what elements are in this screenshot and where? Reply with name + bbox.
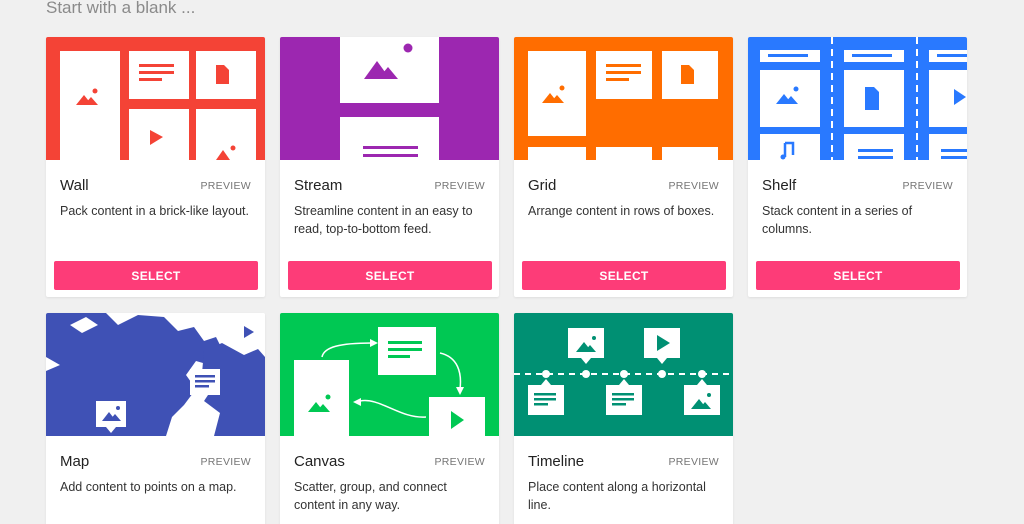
- preview-link[interactable]: PREVIEW: [200, 455, 251, 469]
- section-title: Start with a blank ...: [46, 0, 196, 17]
- preview-link[interactable]: PREVIEW: [434, 455, 485, 469]
- card-title: Shelf: [762, 177, 797, 194]
- card-title: Timeline: [528, 453, 585, 470]
- layout-card-grid[interactable]: Grid PREVIEW Arrange content in rows of …: [514, 37, 733, 297]
- preview-link[interactable]: PREVIEW: [902, 179, 953, 193]
- preview-link[interactable]: PREVIEW: [434, 179, 485, 193]
- card-title: Wall: [60, 177, 89, 194]
- layout-card-map[interactable]: Map PREVIEW Add content to points on a m…: [46, 313, 265, 524]
- layout-card-timeline[interactable]: Timeline PREVIEW Place content along a h…: [514, 313, 733, 524]
- layout-card-stream[interactable]: Stream PREVIEW Streamline content in an …: [280, 37, 499, 297]
- layout-card-canvas[interactable]: Canvas PREVIEW Scatter, group, and conne…: [280, 313, 499, 524]
- stream-layout-icon[interactable]: [280, 37, 499, 160]
- card-title: Stream: [294, 177, 343, 194]
- layout-card-shelf[interactable]: Shelf PREVIEW Stack content in a series …: [748, 37, 967, 297]
- select-button[interactable]: SELECT: [522, 261, 726, 290]
- card-description: Stack content in a series of columns.: [762, 204, 913, 236]
- canvas-layout-icon[interactable]: [280, 313, 499, 436]
- card-description: Streamline content in an easy to read, t…: [294, 204, 473, 236]
- preview-link[interactable]: PREVIEW: [668, 179, 719, 193]
- map-layout-icon[interactable]: [46, 313, 265, 436]
- card-description: Pack content in a brick-like layout.: [60, 204, 249, 218]
- select-button[interactable]: SELECT: [288, 261, 492, 290]
- shelf-layout-icon[interactable]: [748, 37, 967, 160]
- card-title: Grid: [528, 177, 557, 194]
- card-title: Map: [60, 453, 90, 470]
- card-title: Canvas: [294, 453, 345, 470]
- preview-link[interactable]: PREVIEW: [200, 179, 251, 193]
- card-description: Place content along a horizontal line.: [528, 480, 706, 512]
- preview-link[interactable]: PREVIEW: [668, 455, 719, 469]
- card-description: Scatter, group, and connect content in a…: [294, 480, 447, 512]
- grid-layout-icon[interactable]: [514, 37, 733, 160]
- layout-card-wall[interactable]: Wall PREVIEW Pack content in a brick-lik…: [46, 37, 265, 297]
- select-button[interactable]: SELECT: [54, 261, 258, 290]
- card-description: Arrange content in rows of boxes.: [528, 204, 715, 218]
- wall-layout-icon[interactable]: [46, 37, 265, 160]
- card-description: Add content to points on a map.: [60, 480, 237, 494]
- timeline-layout-icon[interactable]: [514, 313, 733, 436]
- select-button[interactable]: SELECT: [756, 261, 960, 290]
